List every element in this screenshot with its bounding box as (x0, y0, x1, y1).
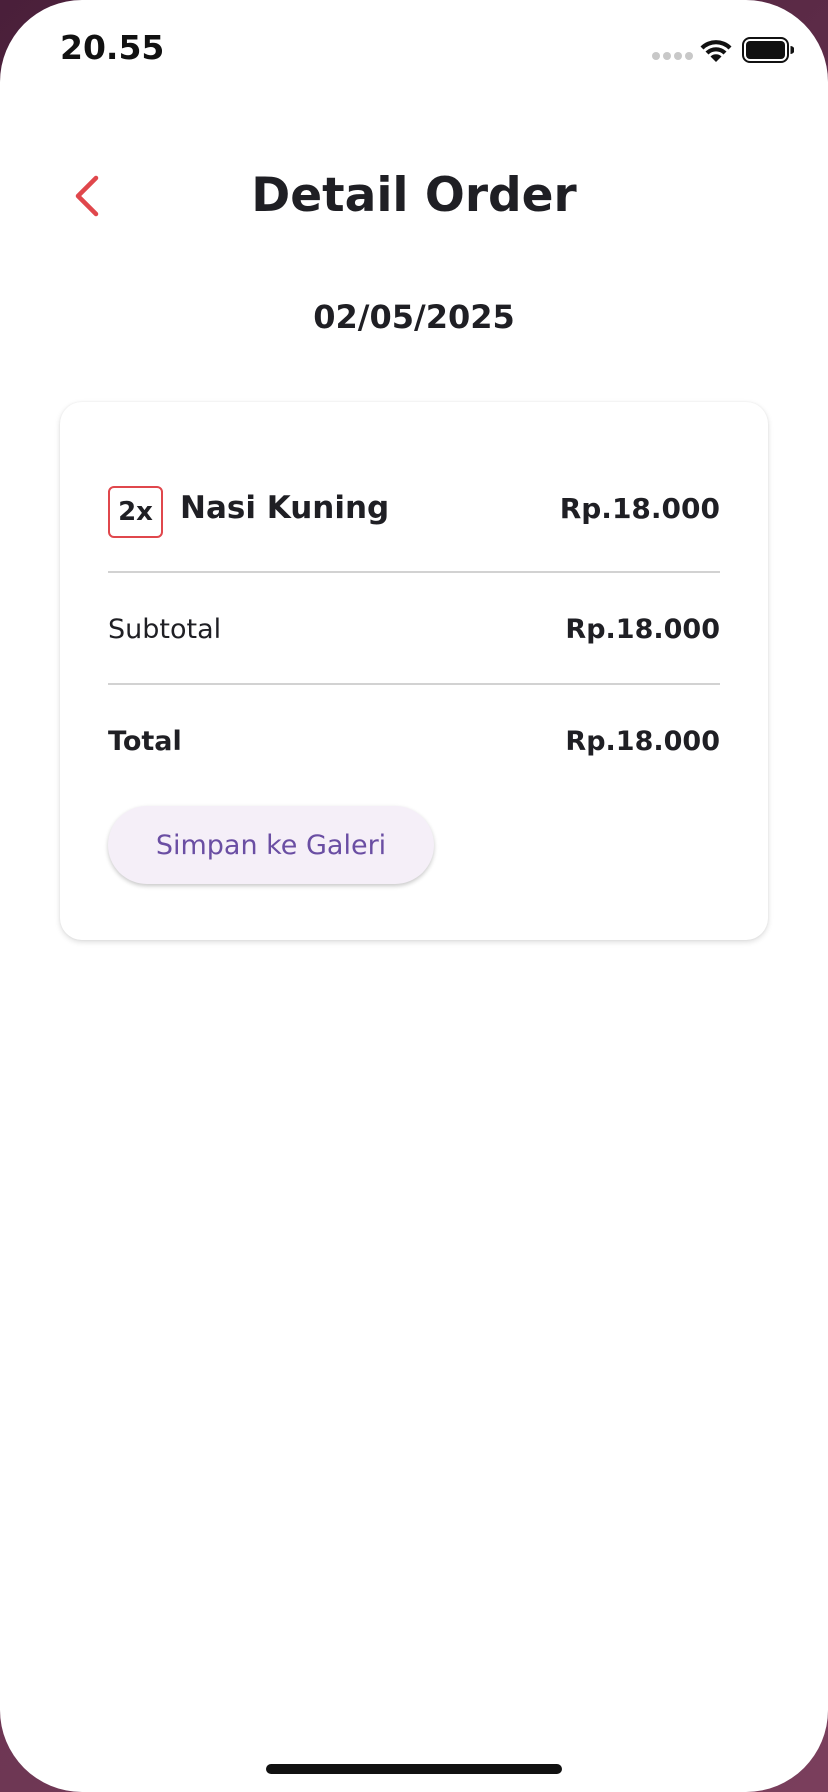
order-date: 02/05/2025 (313, 298, 515, 336)
item-name: Nasi Kuning (180, 490, 390, 526)
divider (108, 571, 720, 573)
battery-icon (742, 37, 794, 63)
subtotal-label: Subtotal (108, 614, 222, 645)
total-label: Total (108, 726, 182, 757)
total-value: Rp.18.000 (565, 726, 720, 757)
save-to-gallery-button[interactable]: Simpan ke Galeri (108, 806, 434, 884)
wifi-icon (700, 40, 732, 62)
divider (108, 683, 720, 685)
subtotal-row: Subtotal Rp.18.000 (108, 614, 720, 654)
order-card: 2x Nasi Kuning Rp.18.000 Subtotal Rp.18.… (60, 402, 768, 940)
quantity-badge: 2x (108, 486, 163, 538)
app-screen: 20.55 Detail Order 02/05/2025 2x Nasi Ku… (0, 0, 828, 1792)
page-title: Detail Order (251, 168, 577, 223)
subtotal-value: Rp.18.000 (565, 614, 720, 645)
home-indicator[interactable] (266, 1764, 562, 1774)
status-time: 20.55 (60, 28, 165, 67)
signal-icon (652, 52, 693, 60)
status-bar: 20.55 (0, 0, 828, 100)
total-row: Total Rp.18.000 (108, 726, 720, 766)
item-price: Rp.18.000 (559, 492, 720, 525)
order-item-row: 2x Nasi Kuning Rp.18.000 (108, 486, 720, 538)
